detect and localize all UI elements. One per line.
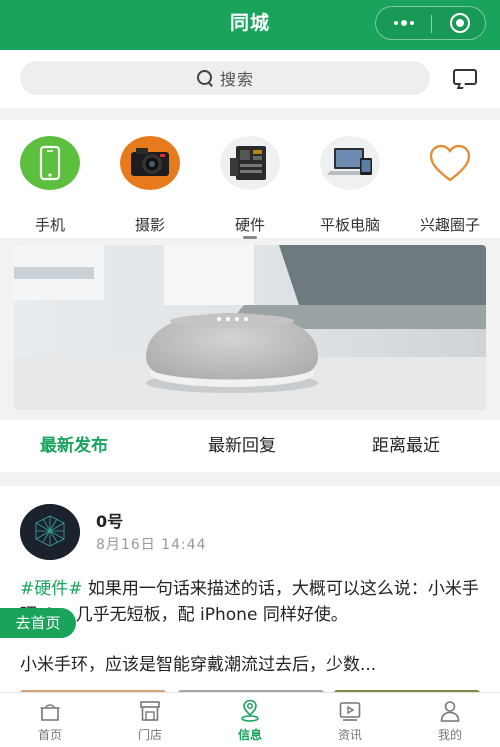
category-tablet[interactable]: 平板电脑: [300, 136, 400, 234]
post-author[interactable]: 0号: [96, 508, 123, 532]
capsule-divider: [431, 15, 432, 33]
location-icon: [241, 699, 259, 722]
store-icon: [140, 701, 160, 721]
post-card[interactable]: 0号 8月16日 14:44 #硬件# 如果用一句话来描述的话，大概可以这么说：…: [0, 486, 500, 696]
app-screen: 同城 搜索 手机 摄影 硬件 平板电脑 兴趣圈子 最新发布 最新回复 距离最近 …: [0, 0, 500, 747]
message-icon[interactable]: [453, 69, 478, 90]
category-phone[interactable]: 手机: [0, 136, 100, 234]
nav-label: 门店: [137, 728, 162, 742]
category-interest[interactable]: 兴趣圈子: [400, 136, 500, 234]
phone-icon: [20, 136, 80, 190]
category-hardware[interactable]: 硬件: [200, 136, 300, 234]
search-icon: [196, 69, 214, 87]
post-text-line2: 小米手环，应该是智能穿戴潮流过去后，少数...: [20, 655, 377, 675]
category-row: 手机 摄影 硬件 平板电脑 兴趣圈子: [0, 120, 500, 239]
nav-store[interactable]: 门店: [100, 693, 200, 747]
search-input[interactable]: 搜索: [20, 61, 430, 95]
nav-label: 我的: [437, 728, 462, 742]
hardware-icon: [220, 136, 280, 190]
video-icon: [339, 702, 361, 721]
avatar[interactable]: [20, 504, 80, 560]
go-home-button[interactable]: 去首页: [0, 608, 76, 638]
mini-program-capsule: [375, 6, 486, 40]
search-bar: 搜索: [0, 50, 500, 108]
sort-tabs: 最新发布 最新回复 距离最近: [0, 420, 500, 472]
home-icon: [40, 704, 60, 721]
more-menu-icon[interactable]: [392, 7, 416, 39]
nav-label: 资讯: [337, 728, 362, 742]
scroll-indicator: [243, 236, 257, 239]
nav-mine[interactable]: 我的: [400, 693, 500, 747]
nav-label: 首页: [37, 728, 62, 742]
nav-label: 信息: [237, 728, 262, 742]
post-tag[interactable]: #硬件#: [20, 579, 83, 599]
search-placeholder: 搜索: [219, 70, 254, 89]
close-program-icon[interactable]: [450, 13, 470, 33]
category-camera[interactable]: 摄影: [100, 136, 200, 234]
post-content: #硬件# 如果用一句话来描述的话，大概可以这么说：小米手环 4 ，几乎无短板，配…: [20, 576, 482, 628]
user-icon: [440, 701, 460, 722]
category-label: 平板电脑: [319, 216, 380, 234]
tablet-laptop-icon: [320, 136, 380, 190]
top-bar: 同城: [0, 0, 500, 50]
heart-icon: [420, 136, 480, 190]
tab-nearest[interactable]: 距离最近: [372, 420, 440, 472]
post-time: 8月16日 14:44: [96, 537, 207, 553]
bottom-nav: 首页 门店 信息 资讯 我的: [0, 692, 500, 747]
tab-latest-reply[interactable]: 最新回复: [208, 420, 276, 472]
nav-home[interactable]: 首页: [0, 693, 100, 747]
camera-icon: [120, 136, 180, 190]
nav-news[interactable]: 资讯: [300, 693, 400, 747]
banner-image[interactable]: [14, 245, 486, 410]
category-label: 摄影: [134, 216, 165, 234]
category-label: 硬件: [234, 216, 265, 234]
post-text: 如果用一句话来描述的话，大概可以这么说：小米手环 4 ，几乎无短板，配 iPho…: [20, 579, 479, 625]
tab-latest-post[interactable]: 最新发布: [40, 420, 108, 472]
category-label: 兴趣圈子: [419, 216, 480, 234]
nav-info[interactable]: 信息: [200, 693, 300, 747]
category-label: 手机: [34, 216, 65, 234]
